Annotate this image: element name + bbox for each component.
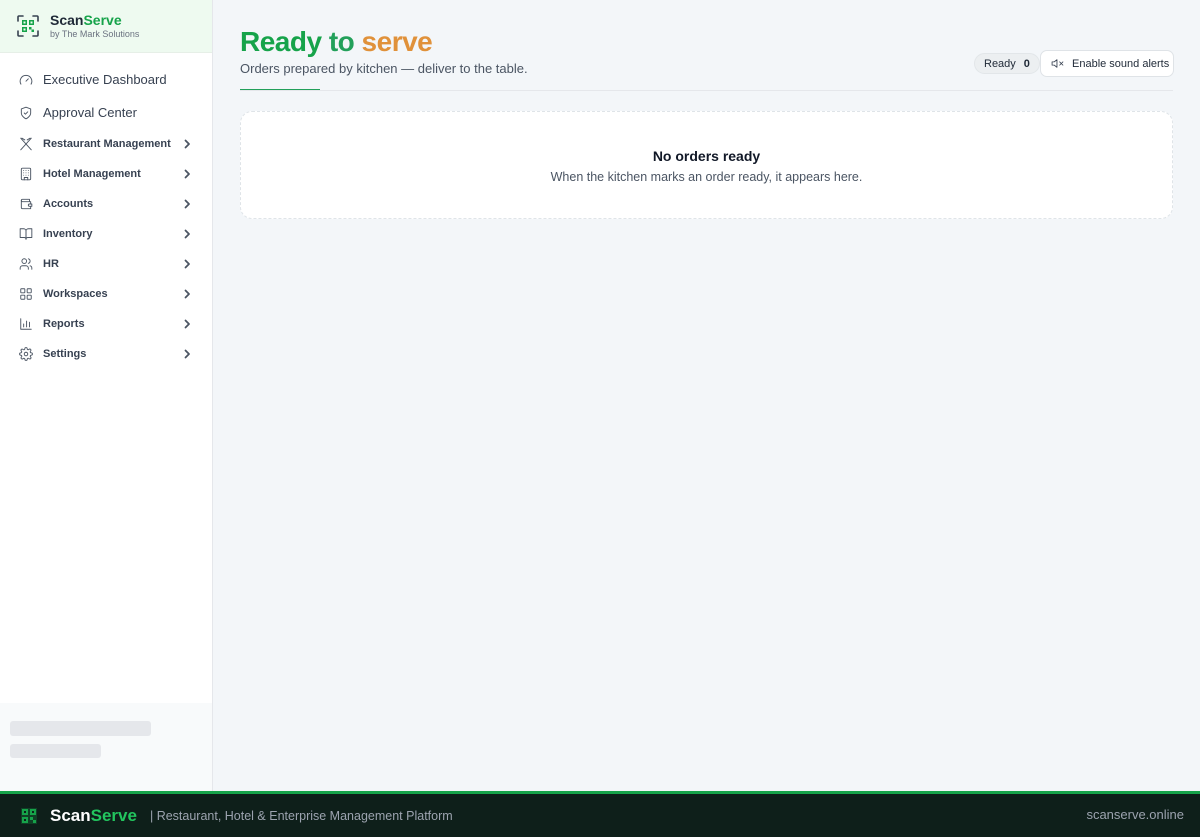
sidebar-item-hr[interactable]: HR [0,249,212,279]
title-word-3: serve [361,26,433,57]
chevron-right-icon [182,199,192,209]
building-icon [19,167,33,181]
ready-count: 0 [1023,57,1030,70]
sidebar-item-inventory[interactable]: Inventory [0,219,212,249]
skeleton-line [10,744,101,758]
gear-icon [19,347,33,361]
footer-brand-name: ScanServe [50,806,137,826]
users-icon [19,257,33,271]
empty-state-title: No orders ready [652,148,761,164]
sidebar-user-skeleton [0,703,212,792]
grid-icon [19,287,33,301]
sidebar-item-accounts[interactable]: Accounts [0,189,212,219]
sidebar-item-reports[interactable]: Reports [0,309,212,339]
sidebar-item-approval-center[interactable]: Approval Center [0,96,212,129]
enable-sound-alerts-button[interactable]: Enable sound alerts [1040,50,1174,77]
utensils-icon [19,137,33,151]
title-word-2: to [328,26,355,57]
chevron-right-icon [182,169,192,179]
footer-name-part1: Scan [50,805,91,825]
empty-state-description: When the kitchen marks an order ready, i… [550,170,863,184]
chevron-right-icon [182,229,192,239]
brand-tagline: by The Mark Solutions [50,29,140,39]
footer-tagline: | Restaurant, Hotel & Enterprise Managem… [149,808,453,823]
empty-state-card: No orders ready When the kitchen marks a… [240,111,1173,219]
volume-mute-icon [1051,59,1064,68]
brand-name: ScanServe [50,13,139,27]
skeleton-line [10,721,151,736]
sidebar: ScanServe by The Mark Solutions Executiv… [0,0,213,792]
sidebar-item-workspaces[interactable]: Workspaces [0,279,212,309]
sidebar-item-restaurant-management[interactable]: Restaurant Management [0,129,212,159]
footer: ScanServe | Restaurant, Hotel & Enterpri… [0,791,1200,837]
brand-text: ScanServe by The Mark Solutions [50,13,139,39]
brand-name-part1: Scan [50,12,84,28]
page-title: Ready to serve [240,26,433,58]
wallet-icon [19,197,33,211]
book-icon [19,227,33,241]
sidebar-item-label: HR [43,258,59,270]
page-subtitle: Orders prepared by kitchen — deliver to … [240,61,528,76]
sidebar-item-label: Inventory [43,228,93,240]
sidebar-nav: Executive Dashboard Approval Center Rest… [0,53,212,369]
sidebar-item-label: Workspaces [43,288,108,300]
sidebar-item-hotel-management[interactable]: Hotel Management [0,159,212,189]
gauge-icon [19,73,33,87]
bar-chart-icon [19,317,33,331]
sidebar-item-label: Approval Center [43,105,137,120]
brand-name-part2: Serve [83,12,122,28]
shield-check-icon [19,106,33,120]
sidebar-item-label: Accounts [43,198,94,210]
sidebar-item-label: Reports [43,318,85,330]
footer-name-part2: Serve [90,805,137,825]
ready-count-badge: Ready 0 [974,53,1040,74]
sidebar-item-executive-dashboard[interactable]: Executive Dashboard [0,63,212,96]
qr-logo-icon [17,15,39,37]
sidebar-item-label: Hotel Management [43,168,141,180]
chevron-right-icon [182,139,192,149]
ready-label: Ready [984,57,1016,70]
chevron-right-icon [182,259,192,269]
sidebar-item-label: Restaurant Management [43,138,171,150]
sidebar-item-settings[interactable]: Settings [0,339,212,369]
sidebar-item-label: Settings [43,348,87,360]
brand-header[interactable]: ScanServe by The Mark Solutions [0,0,212,53]
chevron-right-icon [182,349,192,359]
title-word-1: Ready [240,26,322,57]
footer-url[interactable]: scanserve.online [1086,807,1184,822]
header-divider [240,90,1173,91]
chevron-right-icon [182,319,192,329]
qr-logo-icon [21,807,37,824]
chevron-right-icon [182,289,192,299]
sound-button-label: Enable sound alerts [1072,57,1170,70]
sidebar-item-label: Executive Dashboard [43,72,167,87]
